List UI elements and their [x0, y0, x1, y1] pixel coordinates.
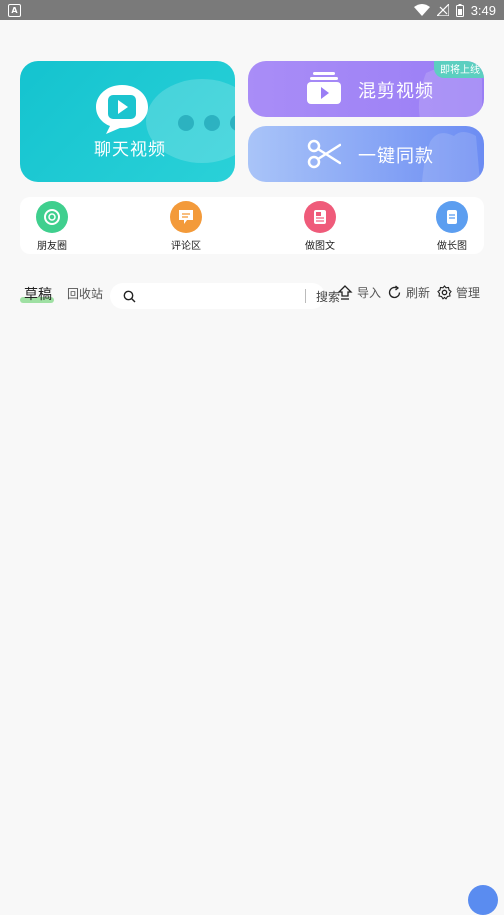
- tab-draft[interactable]: 草稿: [24, 284, 52, 304]
- coming-soon-badge: 即将上线: [434, 61, 484, 78]
- aperture-icon: [36, 201, 68, 233]
- chat-video-label: 聊天视频: [94, 140, 166, 160]
- mix-video-label: 混剪视频: [358, 81, 434, 102]
- gear-icon: [437, 285, 452, 300]
- app-notification-icon: A: [8, 4, 21, 17]
- manage-button[interactable]: 管理: [437, 284, 480, 301]
- search-input[interactable]: [142, 287, 301, 307]
- chat-bubble-decoration: [146, 79, 235, 163]
- status-bar: A 3:49: [0, 0, 504, 20]
- chat-play-icon: [96, 85, 148, 134]
- tool-image-text[interactable]: 做图文: [290, 201, 350, 252]
- battery-icon: [455, 3, 464, 17]
- import-label: 导入: [357, 286, 382, 300]
- scissors-icon: [307, 139, 341, 169]
- refresh-button[interactable]: 刷新: [387, 284, 430, 301]
- manage-label: 管理: [456, 286, 481, 300]
- comment-icon: [170, 201, 202, 233]
- mix-video-card[interactable]: 混剪视频 即将上线: [248, 61, 484, 117]
- one-click-label: 一键同款: [358, 146, 434, 167]
- tool-moments[interactable]: 朋友圈: [22, 201, 82, 252]
- import-button[interactable]: 导入: [337, 284, 381, 301]
- tab-recycle-bin[interactable]: 回收站: [67, 285, 103, 302]
- search-icon: [123, 290, 136, 303]
- tool-moments-label: 朋友圈: [37, 241, 67, 252]
- floating-action-button[interactable]: [468, 885, 498, 915]
- tool-long-image-label: 做长图: [437, 241, 467, 252]
- status-time: 3:49: [470, 2, 496, 18]
- image-text-icon: [304, 201, 336, 233]
- long-image-icon: [436, 201, 468, 233]
- one-click-card[interactable]: 一键同款: [248, 126, 484, 182]
- search-divider: [305, 289, 306, 303]
- tool-long-image[interactable]: 做长图: [422, 201, 482, 252]
- import-icon: [337, 284, 353, 300]
- wifi-icon: [413, 4, 430, 16]
- video-stack-icon: [307, 72, 341, 104]
- refresh-icon: [388, 285, 401, 299]
- tool-comments-label: 评论区: [171, 241, 201, 252]
- tool-image-text-label: 做图文: [305, 241, 335, 252]
- no-signal-icon: [436, 4, 449, 16]
- refresh-label: 刷新: [406, 286, 431, 300]
- chat-video-card[interactable]: 聊天视频: [20, 61, 235, 182]
- tool-comments[interactable]: 评论区: [156, 201, 216, 252]
- search-bar: 搜索: [110, 283, 340, 309]
- tools-panel: 朋友圈 评论区 做图文 做长图: [20, 197, 484, 254]
